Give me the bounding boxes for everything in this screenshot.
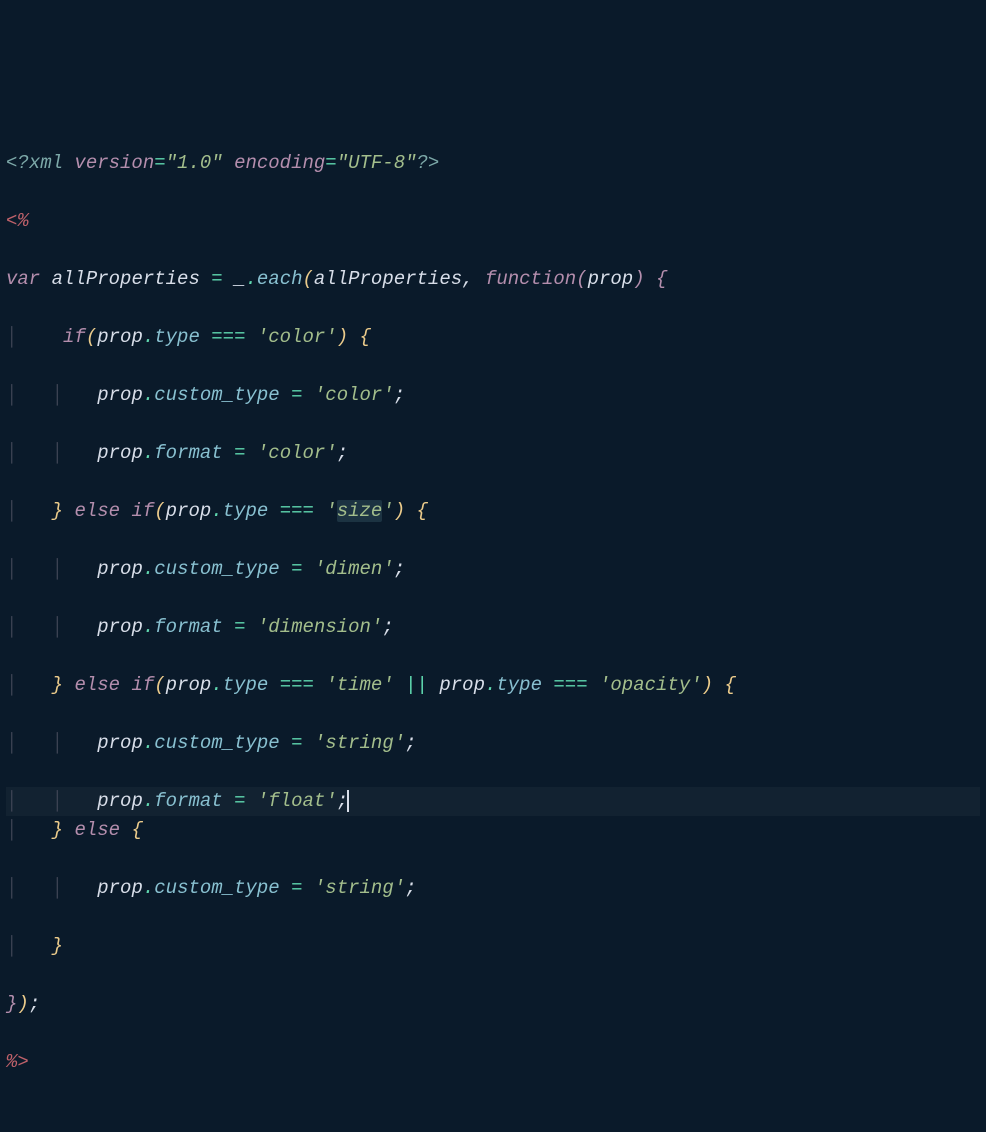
code-line[interactable]: │ } else if(prop.type === 'size') { xyxy=(6,497,980,526)
code-line[interactable]: var allProperties = _.each(allProperties… xyxy=(6,265,980,294)
code-line[interactable]: }); xyxy=(6,990,980,1019)
code-line-active[interactable]: │ │ prop.format = 'float'; xyxy=(6,787,980,816)
erb-close: %> xyxy=(6,1051,29,1073)
code-line[interactable]: │ │ prop.custom_type = 'string'; xyxy=(6,874,980,903)
code-line[interactable]: │ } xyxy=(6,932,980,961)
code-line[interactable]: <?xml version="1.0" encoding="UTF-8"?> xyxy=(6,149,980,178)
highlighted-word: size xyxy=(337,500,383,522)
code-line[interactable]: │ │ prop.format = 'color'; xyxy=(6,439,980,468)
code-line[interactable]: │ } else { xyxy=(6,816,980,845)
text-cursor xyxy=(347,790,349,812)
code-editor[interactable]: <?xml version="1.0" encoding="UTF-8"?> <… xyxy=(0,116,986,1110)
code-line[interactable]: │ │ prop.custom_type = 'color'; xyxy=(6,381,980,410)
code-line[interactable]: <% xyxy=(6,207,980,236)
code-line[interactable]: %> xyxy=(6,1048,980,1077)
xml-open: <? xyxy=(6,152,29,174)
code-line[interactable]: │ │ prop.custom_type = 'dimen'; xyxy=(6,555,980,584)
code-line[interactable]: │ if(prop.type === 'color') { xyxy=(6,323,980,352)
erb-open: <% xyxy=(6,210,29,232)
code-line[interactable]: │ │ prop.custom_type = 'string'; xyxy=(6,729,980,758)
code-line[interactable]: │ │ prop.format = 'dimension'; xyxy=(6,613,980,642)
code-line[interactable]: │ } else if(prop.type === 'time' || prop… xyxy=(6,671,980,700)
